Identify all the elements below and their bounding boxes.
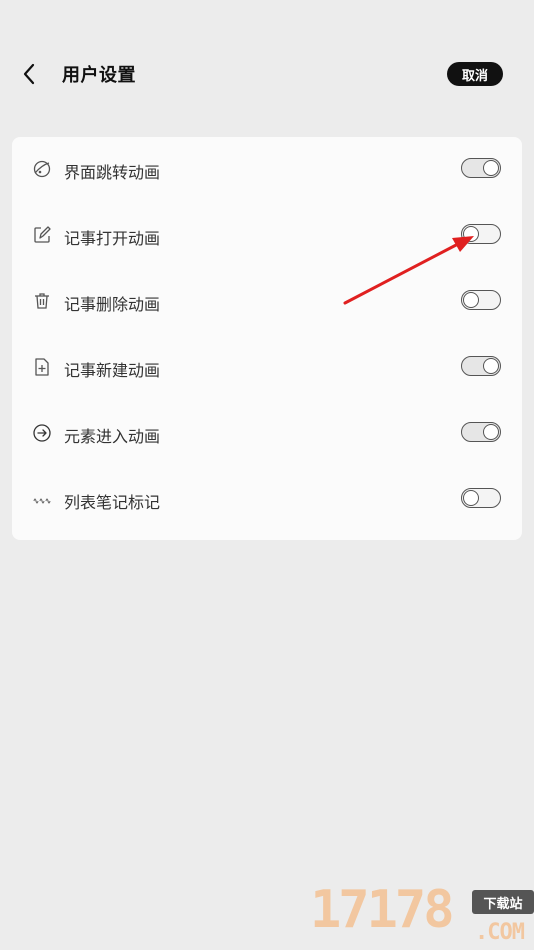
toggle-knob [483,424,499,440]
watermark-logo: 17178 下载站 .COM [310,880,534,950]
setting-label: 记事删除动画 [64,295,161,314]
setting-label: 记事新建动画 [64,361,161,380]
watermark-domain: .COM [475,920,525,945]
setting-row-list-marker[interactable]: 列表笔记标记 [12,467,522,533]
toggle-switch[interactable] [461,488,501,508]
header: 用户设置 取消 [0,0,534,140]
watermark-number: 17178 [310,880,455,940]
setting-row-note-new[interactable]: 记事新建动画 [12,335,522,401]
new-note-icon [31,356,53,378]
setting-label: 列表笔记标记 [64,493,161,512]
toggle-switch[interactable] [461,224,501,244]
watermark-tag: 下载站 [472,890,534,914]
page-title: 用户设置 [62,65,136,86]
toggle-switch[interactable] [461,356,501,376]
setting-label: 记事打开动画 [64,229,161,248]
settings-card: 界面跳转动画 记事打开动画 记事删除动画 记事新建动画 元素进入动画 列表笔记标… [12,137,522,540]
setting-row-element-enter[interactable]: 元素进入动画 [12,401,522,467]
toggle-knob [483,160,499,176]
palette-icon [31,158,53,180]
toggle-switch[interactable] [461,290,501,310]
toggle-switch[interactable] [461,158,501,178]
chevron-left-icon [23,63,35,85]
back-button[interactable] [14,58,44,90]
toggle-knob [463,226,479,242]
setting-row-note-open[interactable]: 记事打开动画 [12,203,522,269]
edit-icon [31,224,53,246]
trash-icon [31,290,53,312]
toggle-switch[interactable] [461,422,501,442]
list-icon [31,488,53,510]
setting-row-page-transition[interactable]: 界面跳转动画 [12,137,522,203]
setting-label: 界面跳转动画 [64,163,161,182]
cancel-button[interactable]: 取消 [447,62,503,86]
setting-row-note-delete[interactable]: 记事删除动画 [12,269,522,335]
toggle-knob [463,490,479,506]
setting-label: 元素进入动画 [64,427,161,446]
toggle-knob [483,358,499,374]
enter-icon [31,422,53,444]
toggle-knob [463,292,479,308]
